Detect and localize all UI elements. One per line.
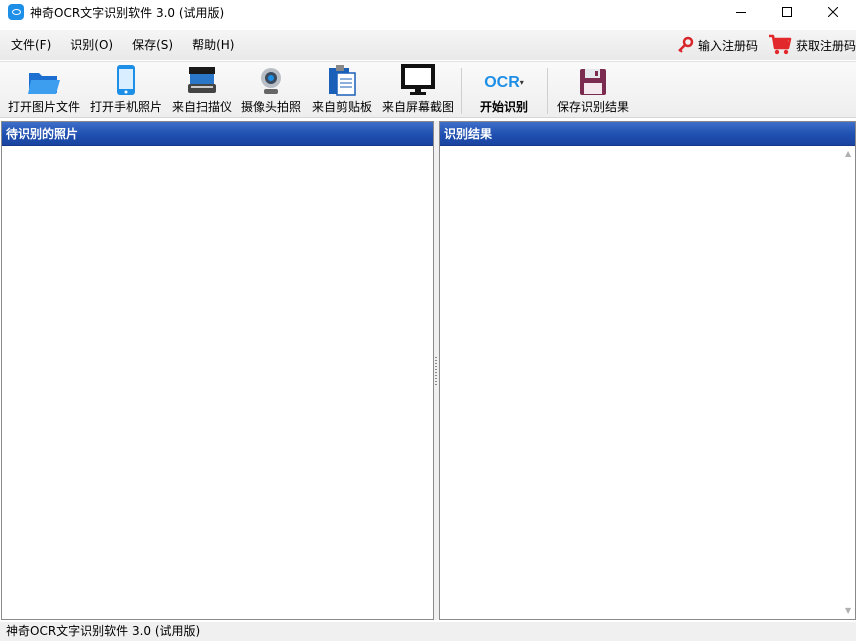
toolbar: 打开图片文件 打开手机照片 来自扫描仪 摄像头拍照 来自剪贴板 来自屏幕截图 O…: [0, 61, 856, 118]
floppy-disk-icon: [579, 62, 607, 98]
result-scrollbar[interactable]: ▲ ▼: [843, 146, 855, 619]
maximize-icon: [782, 7, 792, 17]
camera-button[interactable]: 摄像头拍照: [238, 62, 304, 118]
close-button[interactable]: [810, 0, 856, 24]
splitter-grip-icon: [435, 357, 437, 385]
enter-code-button[interactable]: 输入注册码: [676, 30, 758, 60]
toolbar-separator: [547, 68, 548, 114]
ocr-icon: OCR ▾: [484, 62, 524, 98]
screen-capture-label: 来自屏幕截图: [381, 100, 454, 114]
scroll-down-icon[interactable]: ▼: [845, 607, 851, 615]
minimize-button[interactable]: [718, 0, 764, 24]
key-icon: [676, 36, 694, 54]
menu-save[interactable]: 保存(S): [121, 30, 181, 60]
registration-area: 输入注册码 获取注册码: [666, 30, 856, 60]
clipboard-button[interactable]: 来自剪贴板: [309, 62, 375, 118]
monitor-icon: [401, 62, 435, 98]
title-bar: 神奇OCR文字识别软件 3.0 (试用版): [0, 0, 856, 24]
status-bar: 神奇OCR文字识别软件 3.0 (试用版): [0, 622, 856, 641]
save-result-label: 保存识别结果: [556, 100, 629, 114]
clipboard-icon: [327, 62, 357, 98]
get-code-label: 获取注册码: [795, 38, 856, 53]
menu-help[interactable]: 帮助(H): [181, 30, 242, 60]
menu-file[interactable]: 文件(F): [0, 30, 59, 60]
ocr-result-panel[interactable]: 识别结果 ▲ ▼: [439, 121, 856, 620]
minimize-icon: [736, 12, 746, 13]
toolbar-separator: [461, 68, 462, 114]
phone-icon: [116, 62, 136, 98]
ocr-result-panel-title: 识别结果: [440, 122, 855, 146]
enter-code-label: 输入注册码: [697, 38, 758, 53]
window-title: 神奇OCR文字识别软件 3.0 (试用版): [30, 5, 225, 20]
menu-bar: 文件(F) 识别(O) 保存(S) 帮助(H) 输入注册码 获取注册码: [0, 30, 856, 60]
clipboard-label: 来自剪贴板: [311, 100, 372, 114]
open-phone-photo-button[interactable]: 打开手机照片: [87, 62, 165, 118]
scanner-label: 来自扫描仪: [171, 100, 232, 114]
folder-icon: [27, 62, 61, 98]
source-image-panel[interactable]: 待识别的照片: [1, 121, 434, 620]
open-image-file-label: 打开图片文件: [7, 100, 80, 114]
source-image-panel-title: 待识别的照片: [2, 122, 433, 146]
open-image-file-button[interactable]: 打开图片文件: [4, 62, 84, 118]
camera-label: 摄像头拍照: [240, 100, 301, 114]
window-controls: [718, 0, 856, 24]
close-icon: [828, 7, 838, 17]
scroll-up-icon[interactable]: ▲: [845, 150, 851, 158]
menu-recognize[interactable]: 识别(O): [59, 30, 121, 60]
open-phone-photo-label: 打开手机照片: [89, 100, 162, 114]
get-code-button[interactable]: 获取注册码: [768, 30, 856, 60]
ocr-icon-text: OCR: [484, 74, 520, 91]
webcam-icon: [258, 62, 284, 98]
maximize-button[interactable]: [764, 0, 810, 24]
save-result-button[interactable]: 保存识别结果: [555, 62, 631, 118]
shopping-cart-icon: [768, 34, 792, 56]
start-ocr-button[interactable]: OCR ▾ 开始识别: [472, 62, 536, 118]
dropdown-arrow-icon: ▾: [519, 78, 524, 87]
app-logo-icon: [8, 4, 24, 20]
start-ocr-label: 开始识别: [479, 100, 528, 114]
scanner-button[interactable]: 来自扫描仪: [169, 62, 235, 118]
scanner-icon: [186, 62, 218, 98]
screen-capture-button[interactable]: 来自屏幕截图: [380, 62, 456, 118]
